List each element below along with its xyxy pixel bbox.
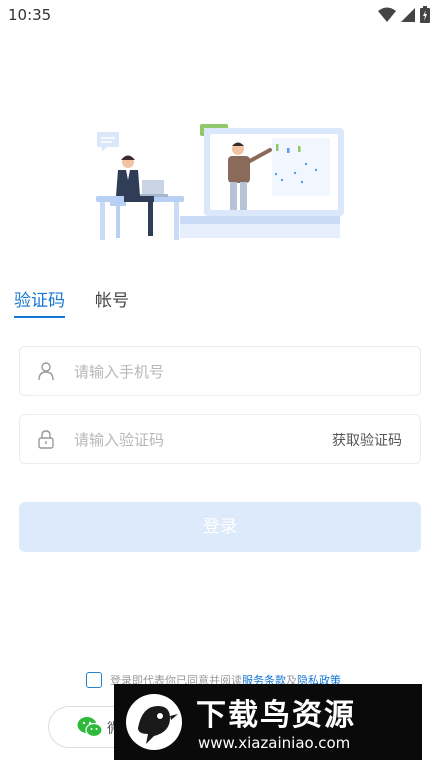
speech-bubble-left-icon	[97, 132, 119, 152]
code-input[interactable]	[74, 425, 314, 455]
watermark-url: www.xiazainiao.com	[198, 734, 351, 752]
status-bar: 10:35	[0, 0, 440, 30]
agreement-checkbox[interactable]	[86, 672, 102, 688]
lock-icon	[38, 430, 54, 449]
battery-icon	[420, 6, 430, 23]
wifi-icon	[378, 7, 396, 22]
get-code-button[interactable]: 获取验证码	[332, 430, 402, 450]
status-icons	[378, 6, 430, 23]
watermark-banner: 下载鸟资源 www.xiazainiao.com	[114, 684, 422, 760]
desk-figure	[96, 155, 184, 240]
tab-verification-code[interactable]: 验证码	[14, 286, 65, 318]
tab-account[interactable]: 帐号	[95, 286, 129, 318]
signal-icon	[401, 7, 415, 22]
login-tabs: 验证码 帐号	[14, 286, 129, 318]
phone-input[interactable]	[74, 357, 314, 387]
code-field: 获取验证码	[19, 414, 421, 464]
user-icon	[38, 362, 54, 381]
login-button[interactable]: 登录	[19, 502, 421, 552]
watermark-title: 下载鸟资源	[196, 698, 356, 733]
hero-illustration	[96, 124, 344, 240]
bird-logo-icon	[126, 694, 182, 750]
wechat-icon	[77, 717, 103, 738]
phone-field	[19, 346, 421, 396]
status-time: 10:35	[8, 6, 52, 24]
